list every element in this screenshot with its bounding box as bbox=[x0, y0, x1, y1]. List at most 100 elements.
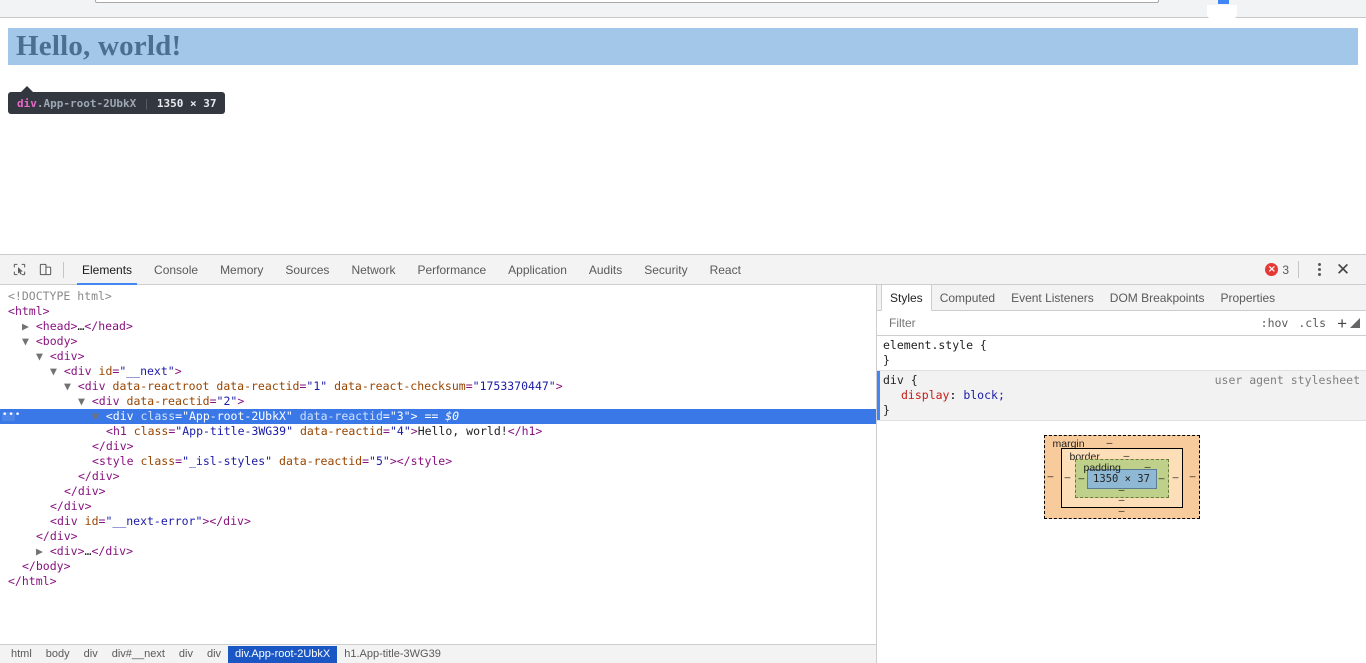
browser-tab-accent bbox=[1218, 0, 1229, 4]
styles-filter-row: :hov .cls + bbox=[877, 311, 1366, 336]
dom-node[interactable]: </body> bbox=[0, 559, 876, 574]
toolbar-divider-2 bbox=[1298, 261, 1299, 278]
close-icon[interactable]: ✕ bbox=[1330, 258, 1356, 282]
tab-console[interactable]: Console bbox=[143, 255, 209, 285]
dom-node-selected[interactable]: ▼ <div class="App-root-2UbkX" data-react… bbox=[0, 409, 876, 424]
margin-left-value[interactable]: ‒ bbox=[1048, 471, 1054, 483]
pseudo-hov-button[interactable]: :hov bbox=[1256, 316, 1294, 330]
dom-node[interactable]: ▼ <div> bbox=[0, 349, 876, 364]
margin-right-value[interactable]: ‒ bbox=[1190, 471, 1196, 483]
tab-performance[interactable]: Performance bbox=[406, 255, 497, 285]
box-model-diagram: margin ‒ ‒ ‒ ‒ border ‒ ‒ ‒ ‒ padding ‒ … bbox=[877, 421, 1366, 519]
dom-node[interactable]: <style class="_isl-styles" data-reactid=… bbox=[0, 454, 876, 469]
border-right-value[interactable]: ‒ bbox=[1173, 472, 1179, 484]
styles-tab-bar: Styles Computed Event Listeners DOM Breakpo… bbox=[877, 285, 1366, 311]
devtools-screenshot: Hello, world! div .App-root-2UbkX | 1350 … bbox=[0, 0, 1366, 663]
tab-sources[interactable]: Sources bbox=[274, 255, 340, 285]
dom-node[interactable]: </div> bbox=[0, 484, 876, 499]
dom-node[interactable]: </html> bbox=[0, 574, 876, 589]
styles-tab-styles[interactable]: Styles bbox=[881, 285, 932, 311]
dom-node[interactable]: ▶ <head>…</head> bbox=[0, 319, 876, 334]
omnibox-bottom-edge[interactable] bbox=[95, 0, 1159, 3]
breadcrumb-item[interactable]: html bbox=[4, 646, 39, 663]
breadcrumb-item[interactable]: div.App-root-2UbkX bbox=[228, 645, 338, 663]
breadcrumb-item[interactable]: h1.App-title-3WG39 bbox=[337, 646, 448, 663]
style-rules-list: element.style {} div {user agent styleshe… bbox=[877, 336, 1366, 421]
border-left-value[interactable]: ‒ bbox=[1065, 472, 1071, 484]
breadcrumb: html body div div#__next div div div.App-root-… bbox=[0, 644, 876, 663]
tab-memory[interactable]: Memory bbox=[209, 255, 274, 285]
page-viewport: Hello, world! div .App-root-2UbkX | 1350 … bbox=[0, 19, 1366, 254]
inspect-element-icon[interactable] bbox=[6, 258, 32, 282]
styles-pane: Styles Computed Event Listeners DOM Breakpo… bbox=[877, 285, 1366, 663]
style-rule-origin[interactable]: user agent stylesheet bbox=[1215, 373, 1360, 388]
tab-application[interactable]: Application bbox=[497, 255, 578, 285]
devtools-toolbar: Elements Console Memory Sources Network Perfo… bbox=[0, 255, 1366, 285]
page-title: Hello, world! bbox=[16, 30, 182, 62]
tab-elements[interactable]: Elements bbox=[71, 255, 143, 285]
toolbar-divider bbox=[63, 261, 64, 278]
tab-audits[interactable]: Audits bbox=[578, 255, 633, 285]
devtools-panel: Elements Console Memory Sources Network Perfo… bbox=[0, 254, 1366, 663]
breadcrumb-item[interactable]: div bbox=[200, 646, 228, 663]
styles-filter-input[interactable] bbox=[887, 315, 1256, 331]
styles-tab-event-listeners[interactable]: Event Listeners bbox=[1003, 285, 1102, 310]
dom-node[interactable]: </div> bbox=[0, 469, 876, 484]
dom-node[interactable]: ▼ <body> bbox=[0, 334, 876, 349]
dom-node[interactable]: </div> bbox=[0, 499, 876, 514]
toolbar-right-group: × 3 ✕ bbox=[1265, 258, 1360, 282]
dom-tree-pane: <!DOCTYPE html> <html> ▶ <head>…</head> ▼ <… bbox=[0, 285, 877, 663]
browser-chrome-sliver bbox=[0, 0, 1366, 18]
style-rule-selector[interactable]: element.style { bbox=[883, 338, 1366, 353]
dom-node[interactable]: ▶ <div>…</div> bbox=[0, 544, 876, 559]
vertical-dots-icon[interactable] bbox=[1308, 263, 1330, 276]
error-count-badge[interactable]: × 3 bbox=[1265, 263, 1289, 277]
pseudo-cls-button[interactable]: .cls bbox=[1293, 316, 1331, 330]
dom-node[interactable]: ▼ <div data-reactroot data-reactid="1" d… bbox=[0, 379, 876, 394]
dom-node[interactable]: ▼ <div id="__next"> bbox=[0, 364, 876, 379]
styles-tab-dom-breakpoints[interactable]: DOM Breakpoints bbox=[1102, 285, 1213, 310]
tooltip-class-name: .App-root-2UbkX bbox=[36, 96, 137, 110]
style-property[interactable]: display bbox=[883, 388, 949, 402]
chevron-down-icon[interactable] bbox=[1350, 318, 1360, 328]
dom-node[interactable]: </div> bbox=[0, 439, 876, 454]
dom-node[interactable]: <!DOCTYPE html> bbox=[0, 289, 876, 304]
style-declaration[interactable]: display: block; bbox=[883, 388, 1366, 403]
tab-security[interactable]: Security bbox=[633, 255, 698, 285]
box-model-margin[interactable]: margin ‒ ‒ ‒ ‒ border ‒ ‒ ‒ ‒ padding ‒ … bbox=[1043, 435, 1200, 519]
style-rule[interactable]: element.style {} bbox=[877, 336, 1366, 370]
style-rule-close-brace: } bbox=[883, 353, 890, 367]
browser-tab-body bbox=[1207, 5, 1237, 18]
dom-node-expand-badge[interactable]: ••• bbox=[2, 411, 20, 421]
new-style-rule-button[interactable]: + bbox=[1331, 315, 1349, 332]
box-model-padding[interactable]: padding ‒ ‒ ‒ ‒ 1350 × 37 bbox=[1074, 459, 1169, 498]
dom-node[interactable]: </div> bbox=[0, 529, 876, 544]
padding-left-value[interactable]: ‒ bbox=[1079, 473, 1085, 484]
dom-node[interactable]: <div id="__next-error"></div> bbox=[0, 514, 876, 529]
dom-node[interactable]: <html> bbox=[0, 304, 876, 319]
tooltip-separator: | bbox=[143, 96, 150, 110]
devtools-body: <!DOCTYPE html> <html> ▶ <head>…</head> ▼ <… bbox=[0, 285, 1366, 663]
breadcrumb-item[interactable]: div#__next bbox=[105, 646, 172, 663]
styles-tab-properties[interactable]: Properties bbox=[1212, 285, 1283, 310]
breadcrumb-item[interactable]: body bbox=[39, 646, 77, 663]
dom-tree[interactable]: <!DOCTYPE html> <html> ▶ <head>…</head> ▼ <… bbox=[0, 285, 876, 644]
tooltip-tag-name: div bbox=[17, 96, 37, 110]
device-toolbar-icon[interactable] bbox=[32, 258, 58, 282]
devtools-tab-bar: Elements Console Memory Sources Network Perfo… bbox=[71, 255, 752, 285]
style-rule-close-brace: } bbox=[883, 403, 890, 417]
breadcrumb-item[interactable]: div bbox=[172, 646, 200, 663]
style-rule[interactable]: div {user agent stylesheet display: block… bbox=[877, 370, 1366, 421]
box-model-border[interactable]: border ‒ ‒ ‒ ‒ padding ‒ ‒ ‒ ‒ 1350 × 37 bbox=[1060, 448, 1183, 508]
dom-node[interactable]: <h1 class="App-title-3WG39" data-reactid… bbox=[0, 424, 876, 439]
tab-network[interactable]: Network bbox=[340, 255, 406, 285]
box-model-padding-label: padding bbox=[1083, 462, 1121, 474]
dom-node[interactable]: ▼ <div data-reactid="2"> bbox=[0, 394, 876, 409]
styles-tab-computed[interactable]: Computed bbox=[932, 285, 1003, 310]
style-value[interactable]: block; bbox=[963, 388, 1005, 402]
breadcrumb-item[interactable]: div bbox=[77, 646, 105, 663]
padding-right-value[interactable]: ‒ bbox=[1159, 473, 1165, 484]
tab-react[interactable]: React bbox=[699, 255, 752, 285]
app-root-highlight[interactable]: Hello, world! bbox=[8, 28, 1358, 65]
padding-bottom-value[interactable]: ‒ bbox=[1076, 485, 1168, 496]
